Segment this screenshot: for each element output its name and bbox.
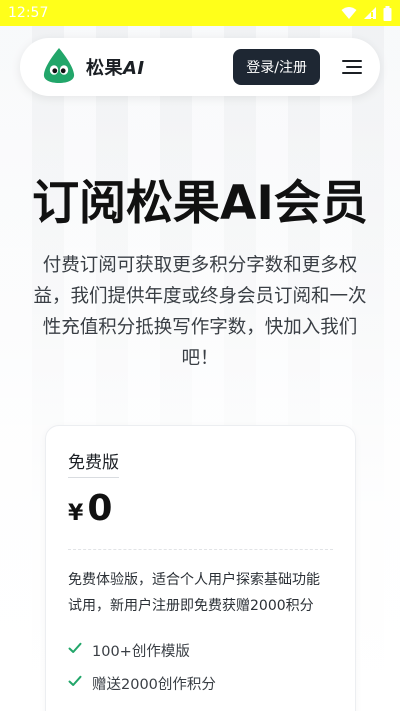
plan-features: 100+创作模版 赠送2000创作积分 (68, 638, 333, 695)
pinecone-mascot-icon (40, 46, 78, 88)
battery-icon (383, 5, 392, 21)
divider (68, 549, 333, 550)
status-icons (341, 5, 392, 21)
feature-label: 赠送2000创作积分 (92, 676, 216, 693)
price-currency: ¥ (68, 501, 84, 526)
page-title: 订阅松果AI会员 (32, 176, 368, 231)
feature-item: 100+创作模版 (68, 638, 333, 662)
status-time: 12:57 (8, 5, 49, 21)
logo-text: 松果AI (86, 58, 145, 79)
price-value: 0 (87, 488, 113, 529)
check-icon (68, 675, 82, 691)
plan-price: ¥ 0 (68, 488, 333, 529)
plan-card-free: 免费版 ¥ 0 免费体验版，适合个人用户探索基础功能试用，新用户注册即免费获赠2… (45, 425, 356, 711)
check-icon (68, 642, 82, 658)
hamburger-menu-icon[interactable] (340, 58, 362, 76)
login-register-button[interactable]: 登录/注册 (233, 49, 320, 85)
wifi-icon (341, 6, 357, 20)
feature-item: 赠送2000创作积分 (68, 671, 333, 695)
plan-name: 免费版 (68, 448, 119, 478)
signal-icon (363, 6, 377, 20)
plan-description: 免费体验版，适合个人用户探索基础功能试用，新用户注册即免费获赠2000积分 (68, 572, 320, 614)
feature-label: 100+创作模版 (92, 643, 190, 660)
top-navbar: 松果AI 登录/注册 (20, 38, 380, 96)
logo[interactable]: 松果AI (40, 46, 145, 88)
page-description: 付费订阅可获取更多积分字数和更多权益，我们提供年度或终身会员订阅和一次性充值积分… (33, 255, 367, 369)
status-bar: 12:57 (0, 0, 400, 26)
